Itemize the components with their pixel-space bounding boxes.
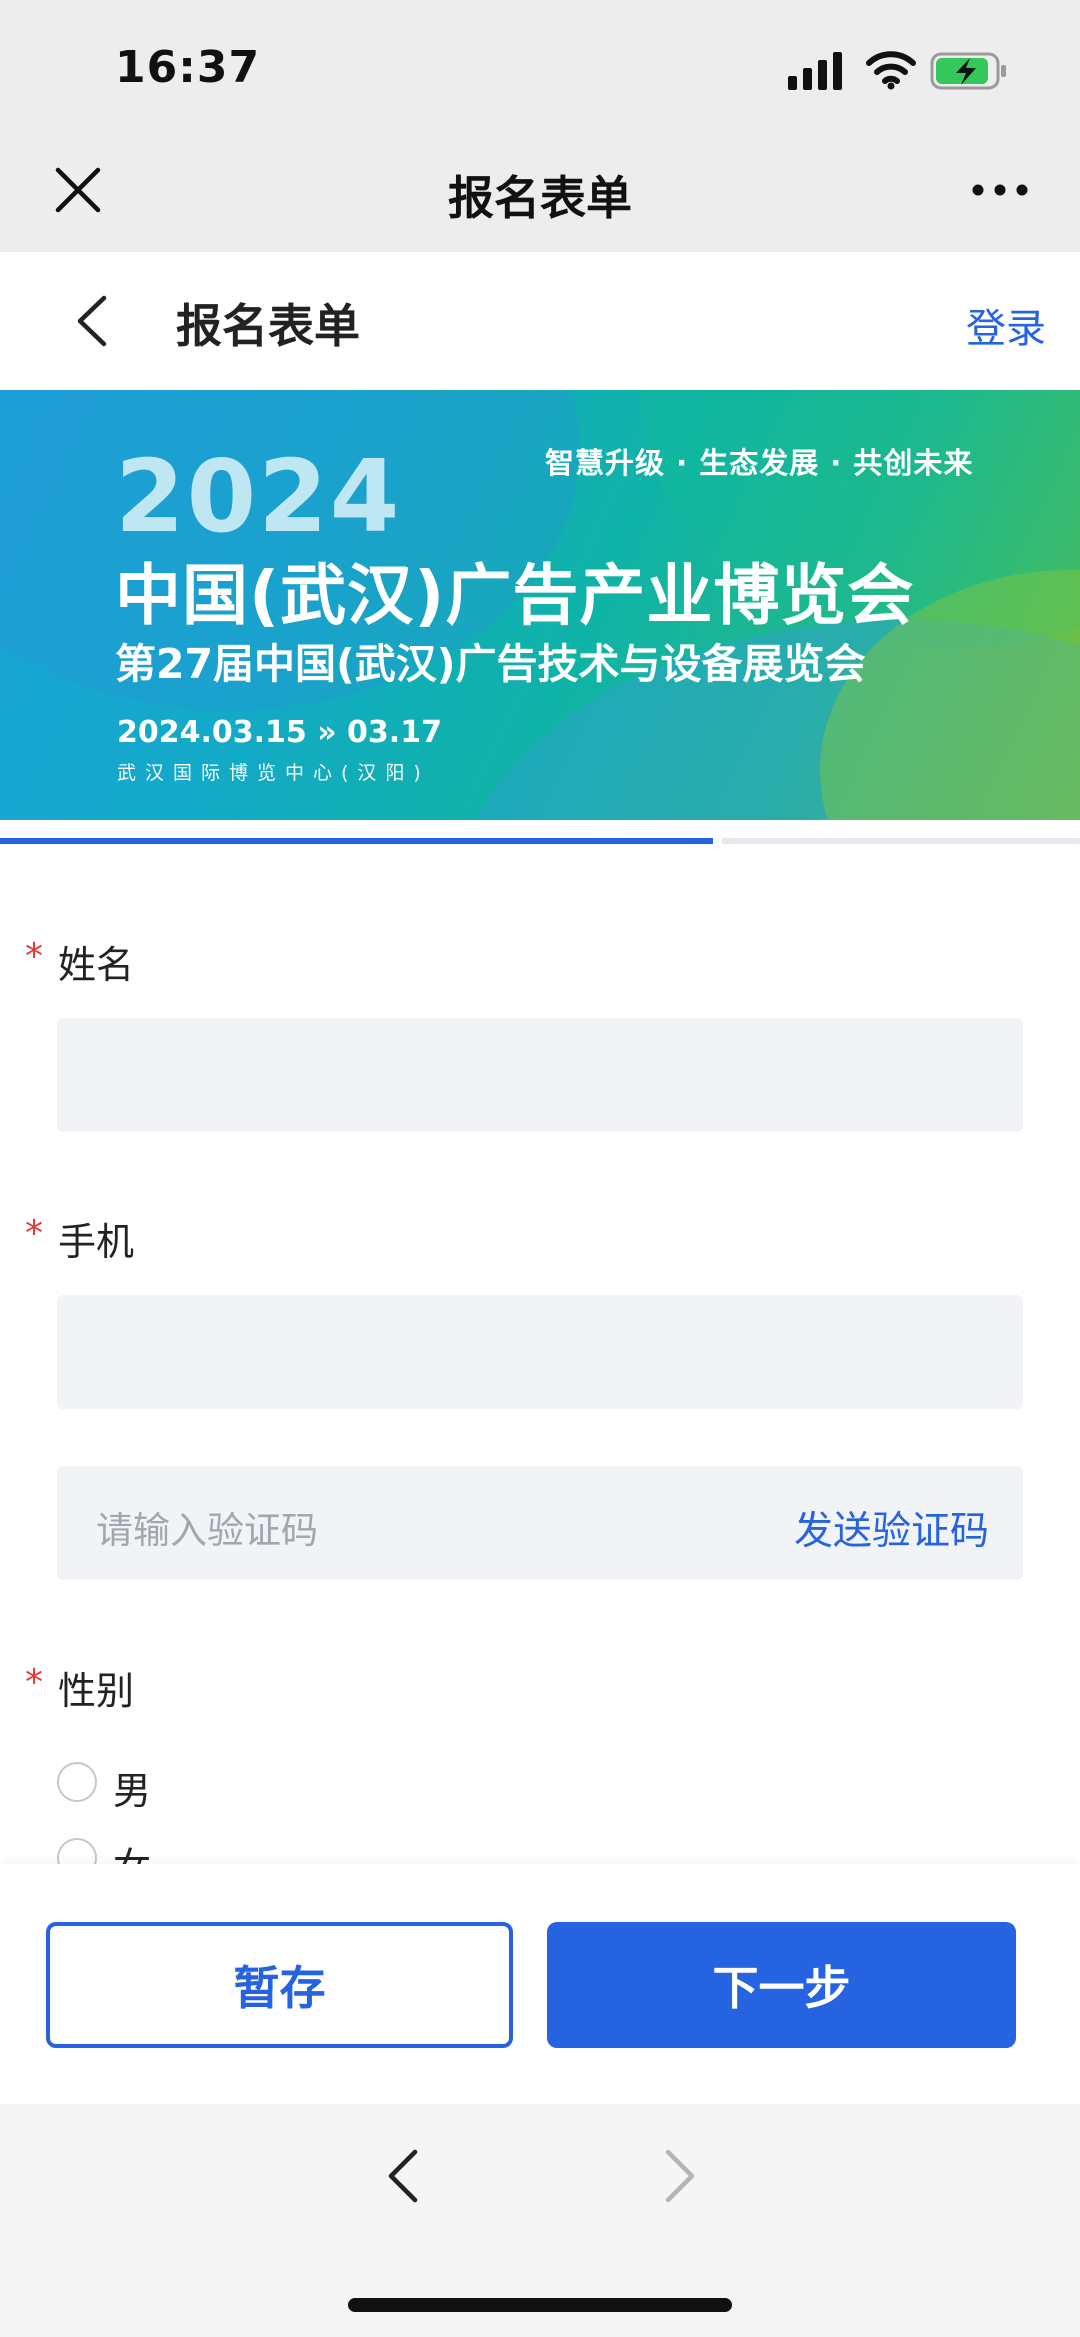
cellular-signal-icon (788, 52, 842, 90)
next-step-button[interactable]: 下一步 (547, 1922, 1016, 2048)
required-mark: * (25, 1662, 43, 1703)
banner-year: 2024 (115, 438, 402, 555)
wifi-icon (866, 51, 916, 90)
verification-code-placeholder: 请输入验证码 (96, 1509, 318, 1552)
required-mark: * (25, 1213, 43, 1254)
banner-slogan: 智慧升级 · 生态发展 · 共创未来 (545, 446, 974, 480)
nav-forward-icon[interactable] (662, 2148, 698, 2204)
home-indicator (348, 2298, 732, 2312)
progress-bar-completed (0, 838, 713, 844)
page-title: 报名表单 (176, 299, 360, 353)
banner-venue: 武汉国际博览中心(汉阳) (117, 762, 430, 784)
name-label: 姓名 (58, 943, 135, 987)
name-input[interactable] (57, 1018, 1023, 1132)
required-mark: * (25, 936, 43, 977)
event-banner: 2024 智慧升级 · 生态发展 · 共创未来 中国(武汉)广告产业博览会 第2… (0, 390, 1080, 820)
banner-subtitle: 第27届中国(武汉)广告技术与设备展览会 (115, 640, 866, 688)
send-code-button[interactable]: 发送验证码 (794, 1500, 989, 1556)
status-time: 16:37 (115, 42, 261, 93)
battery-charging-icon (930, 52, 1006, 90)
back-icon[interactable] (72, 294, 112, 348)
banner-title: 中国(武汉)广告产业博览会 (115, 557, 915, 634)
nav-back-icon[interactable] (385, 2148, 421, 2204)
gender-male-radio[interactable] (57, 1762, 97, 1802)
banner-dates: 2024.03.15 » 03.17 (117, 715, 442, 750)
save-draft-button[interactable]: 暂存 (46, 1922, 513, 2048)
wechat-title: 报名表单 (448, 171, 632, 225)
page-header (0, 252, 1080, 390)
phone-label: 手机 (58, 1220, 135, 1264)
gender-label: 性别 (58, 1669, 135, 1713)
gender-male-label[interactable]: 男 (113, 1760, 151, 1815)
more-options-icon[interactable] (972, 180, 1028, 200)
login-link[interactable]: 登录 (966, 296, 1046, 354)
phone-input[interactable] (57, 1295, 1023, 1409)
progress-bar-remaining (722, 838, 1080, 844)
